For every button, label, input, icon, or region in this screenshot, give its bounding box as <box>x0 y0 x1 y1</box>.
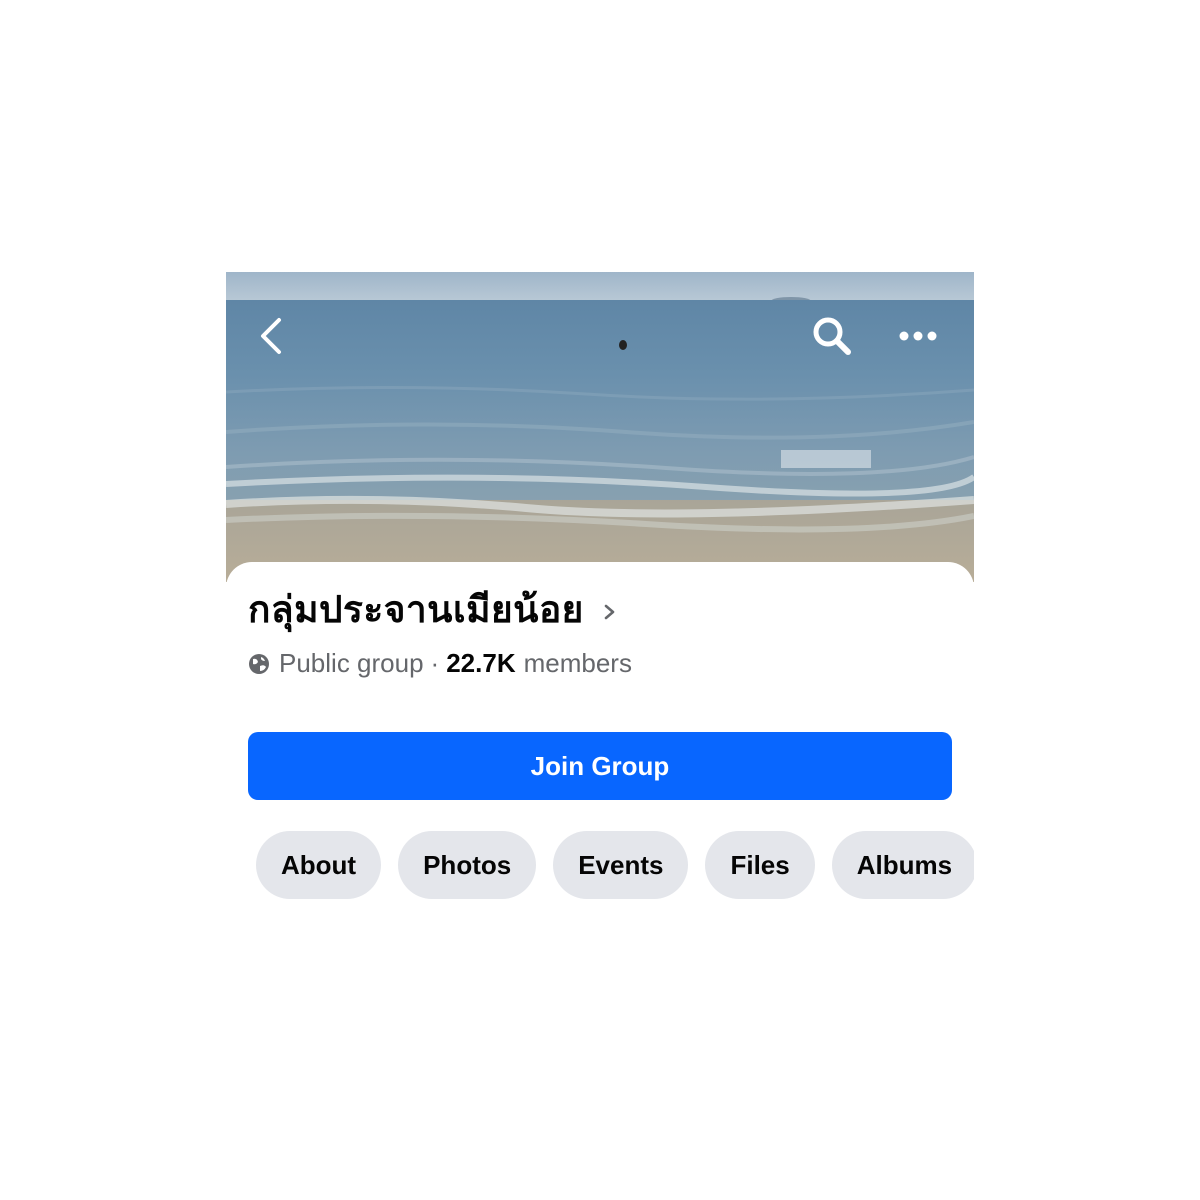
group-meta: Public group · 22.7K members <box>248 648 632 679</box>
privacy-label: Public group <box>279 648 424 678</box>
chevron-left-icon <box>261 318 281 354</box>
back-button[interactable] <box>244 308 300 364</box>
group-info-sheet: กลุ่มประจานเมียน้อย Public group · 22.7K… <box>226 562 974 912</box>
group-screen: กลุ่มประจานเมียน้อย Public group · 22.7K… <box>226 272 974 912</box>
search-icon <box>813 317 851 355</box>
more-options-button[interactable] <box>890 308 946 364</box>
group-name: กลุ่มประจานเมียน้อย <box>248 588 584 631</box>
tab-photos[interactable]: Photos <box>398 831 537 899</box>
member-count[interactable]: 22.7K <box>446 648 515 679</box>
tab-events[interactable]: Events <box>553 831 689 899</box>
chevron-right-icon <box>604 604 615 620</box>
group-title-link[interactable]: กลุ่มประจานเมียน้อย <box>248 580 618 640</box>
group-tabs: About Photos Events Files Albums <box>256 831 974 899</box>
search-button[interactable] <box>804 308 860 364</box>
more-horizontal-icon <box>899 331 937 341</box>
beach-photo <box>226 272 974 582</box>
meta-separator: · <box>430 648 440 678</box>
globe-icon <box>249 653 269 674</box>
members-label[interactable]: members <box>524 648 632 679</box>
tab-files[interactable]: Files <box>705 831 815 899</box>
cover-photo[interactable] <box>226 272 974 582</box>
tab-about[interactable]: About <box>256 831 382 899</box>
join-group-button[interactable]: Join Group <box>248 732 952 800</box>
tab-albums[interactable]: Albums <box>831 831 974 899</box>
